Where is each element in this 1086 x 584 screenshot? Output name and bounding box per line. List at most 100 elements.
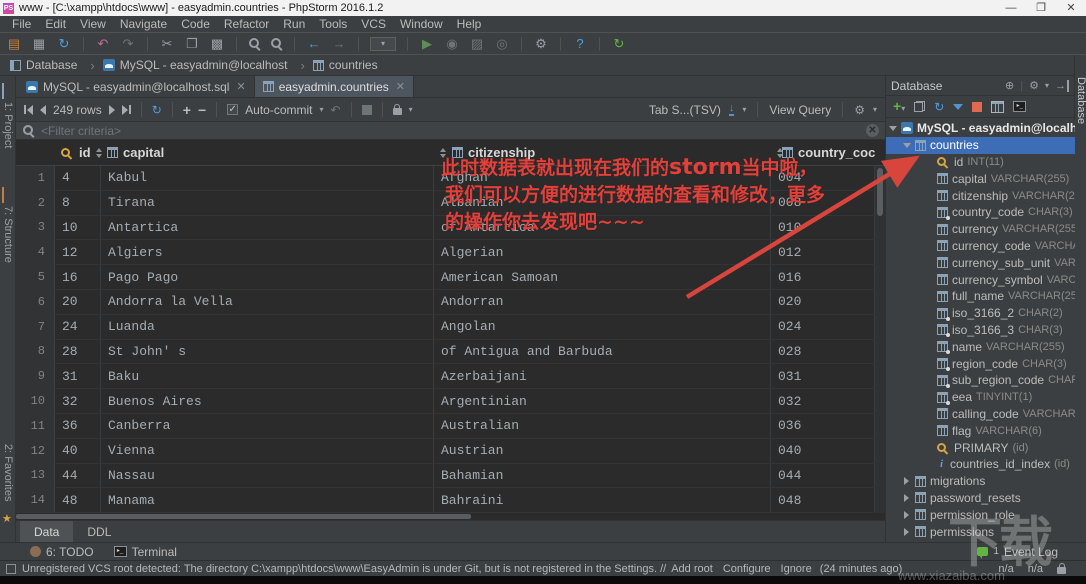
column-header-id[interactable]: id xyxy=(55,140,101,165)
run-icon[interactable]: ▶ xyxy=(419,36,435,52)
last-page-icon[interactable] xyxy=(122,105,131,115)
cell-country_coc[interactable]: 010 xyxy=(771,216,875,240)
first-page-icon[interactable] xyxy=(24,105,33,115)
settings-icon[interactable]: ⚙ xyxy=(533,36,549,52)
expanded-icon[interactable] xyxy=(903,143,911,148)
auto-commit-checkbox[interactable]: ✓ xyxy=(227,104,238,115)
cell-id[interactable]: 12 xyxy=(55,240,101,264)
cell-capital[interactable]: Antartica xyxy=(101,216,434,240)
configure-link[interactable]: Configure xyxy=(723,563,771,575)
add-icon[interactable]: +▾ xyxy=(893,99,905,114)
tool-stripe-project[interactable]: 1: Project xyxy=(2,102,14,148)
export-data-icon[interactable]: ↓ xyxy=(729,103,735,116)
cell-capital[interactable]: Algiers xyxy=(101,240,434,264)
tree-column-currency_symbol[interactable]: currency_symbolVARCHAR(255) xyxy=(886,271,1075,288)
tree-column-full_name[interactable]: full_nameVARCHAR(255) xyxy=(886,288,1075,305)
menu-item-tools[interactable]: Tools xyxy=(312,17,354,31)
vertical-scrollbar[interactable] xyxy=(875,166,885,513)
tab-ddl[interactable]: DDL xyxy=(73,521,125,542)
terminal-tool-button[interactable]: ▸_ Terminal xyxy=(108,545,183,559)
tree-table-password_resets[interactable]: password_resets xyxy=(886,490,1075,507)
table-row[interactable]: 828St John' sof Antigua and Barbuda028 xyxy=(16,340,885,365)
ignore-link[interactable]: Ignore xyxy=(781,563,812,575)
cell-citizenship[interactable]: Argentinian xyxy=(434,389,771,413)
cell-country_coc[interactable]: 031 xyxy=(771,364,875,388)
tree-column-iso_3166_2[interactable]: iso_3166_2CHAR(2) xyxy=(886,305,1075,322)
menu-item-vcs[interactable]: VCS xyxy=(354,17,393,31)
cell-citizenship[interactable]: Bahraini xyxy=(434,488,771,512)
undo-icon[interactable]: ↶ xyxy=(95,36,111,52)
tree-column-currency[interactable]: currencyVARCHAR(255) xyxy=(886,221,1075,238)
clear-filter-icon[interactable]: ✕ xyxy=(866,124,879,137)
cell-capital[interactable]: St John' s xyxy=(101,340,434,364)
add-row-icon[interactable]: + xyxy=(183,103,191,117)
modify-filter-icon[interactable] xyxy=(953,104,963,110)
tree-column-capital[interactable]: capitalVARCHAR(255) xyxy=(886,170,1075,187)
menu-item-view[interactable]: View xyxy=(73,17,113,31)
table-row[interactable]: 620Andorra la VellaAndorran020 xyxy=(16,290,885,315)
cell-id[interactable]: 48 xyxy=(55,488,101,512)
cell-capital[interactable]: Tirana xyxy=(101,191,434,215)
tree-column-countries_id_index[interactable]: icountries_id_index(id) xyxy=(886,456,1075,473)
refresh-icon[interactable]: ↻ xyxy=(934,100,944,114)
cell-id[interactable]: 32 xyxy=(55,389,101,413)
table-row[interactable]: 1448ManamaBahraini048 xyxy=(16,488,885,513)
tree-column-currency_sub_unit[interactable]: currency_sub_unitVARCHAR(255) xyxy=(886,254,1075,271)
menu-item-help[interactable]: Help xyxy=(450,17,489,31)
cell-capital[interactable]: Nassau xyxy=(101,464,434,488)
export-format[interactable]: Tab S...(TSV) xyxy=(649,103,721,117)
sort-icon[interactable] xyxy=(96,148,100,158)
filter-row[interactable]: <Filter criteria> ✕ xyxy=(16,122,885,140)
todo-tool-button[interactable]: 6: TODO xyxy=(24,545,100,559)
run-configurations-dropdown[interactable]: ▾ xyxy=(370,37,396,51)
table-row[interactable]: 1240ViennaAustrian040 xyxy=(16,439,885,464)
console-icon[interactable]: ▸_ xyxy=(1013,101,1026,112)
tree-column-region_code[interactable]: region_codeCHAR(3) xyxy=(886,355,1075,372)
cell-capital[interactable]: Vienna xyxy=(101,439,434,463)
tool-stripe-structure[interactable]: 7: Structure xyxy=(2,206,14,263)
redo-icon[interactable]: ↷ xyxy=(120,36,136,52)
toolwindow-corner-icon[interactable] xyxy=(6,564,16,574)
editor-tab-1[interactable]: easyadmin.countries✕ xyxy=(255,76,414,97)
cell-country_coc[interactable]: 040 xyxy=(771,439,875,463)
cell-id[interactable]: 4 xyxy=(55,166,101,190)
cell-capital[interactable]: Pago Pago xyxy=(101,265,434,289)
save-all-icon[interactable]: ▦ xyxy=(31,36,47,52)
tool-stripe-database[interactable]: Database xyxy=(1075,77,1086,124)
scroll-to-source-icon[interactable]: ⊕ xyxy=(1005,79,1014,92)
cell-country_coc[interactable]: 048 xyxy=(771,488,875,512)
tree-column-currency_code[interactable]: currency_codeVARCHAR(255) xyxy=(886,238,1075,255)
duplicate-icon[interactable] xyxy=(914,101,925,112)
cell-country_coc[interactable]: 036 xyxy=(771,414,875,438)
open-table-icon[interactable] xyxy=(991,101,1004,113)
table-row[interactable]: 724LuandaAngolan024 xyxy=(16,315,885,340)
cell-citizenship[interactable]: Angolan xyxy=(434,315,771,339)
hide-panel-icon[interactable]: → xyxy=(1055,80,1069,92)
menu-item-window[interactable]: Window xyxy=(393,17,450,31)
tree-column-name[interactable]: nameVARCHAR(255) xyxy=(886,338,1075,355)
commit-dropdown-icon[interactable]: ▾ xyxy=(320,105,324,114)
menu-item-file[interactable]: File xyxy=(5,17,38,31)
rollback-icon[interactable]: ↶ xyxy=(331,103,341,117)
cell-id[interactable]: 31 xyxy=(55,364,101,388)
menu-item-code[interactable]: Code xyxy=(174,17,217,31)
lock-icon[interactable] xyxy=(393,108,402,115)
tree-column-eea[interactable]: eeaTINYINT(1) xyxy=(886,389,1075,406)
close-tab-icon[interactable]: ✕ xyxy=(236,80,245,93)
cell-id[interactable]: 10 xyxy=(55,216,101,240)
cell-country_coc[interactable]: 044 xyxy=(771,464,875,488)
cell-citizenship[interactable]: Bahamian xyxy=(434,464,771,488)
cell-citizenship[interactable]: Austrian xyxy=(434,439,771,463)
tree-table-countries[interactable]: countries xyxy=(886,137,1075,154)
tree-table-permission_role[interactable]: permission_role xyxy=(886,506,1075,523)
minimize-icon[interactable]: — xyxy=(996,0,1026,16)
stop-icon[interactable] xyxy=(972,102,982,112)
filter-input[interactable]: <Filter criteria> xyxy=(41,124,121,138)
coverage-icon[interactable]: ▨ xyxy=(469,36,485,52)
cell-citizenship[interactable]: Andorran xyxy=(434,290,771,314)
paste-icon[interactable]: ▩ xyxy=(209,36,225,52)
menu-item-navigate[interactable]: Navigate xyxy=(113,17,174,31)
cell-id[interactable]: 24 xyxy=(55,315,101,339)
menu-item-edit[interactable]: Edit xyxy=(38,17,73,31)
cell-citizenship[interactable]: Algerian xyxy=(434,240,771,264)
